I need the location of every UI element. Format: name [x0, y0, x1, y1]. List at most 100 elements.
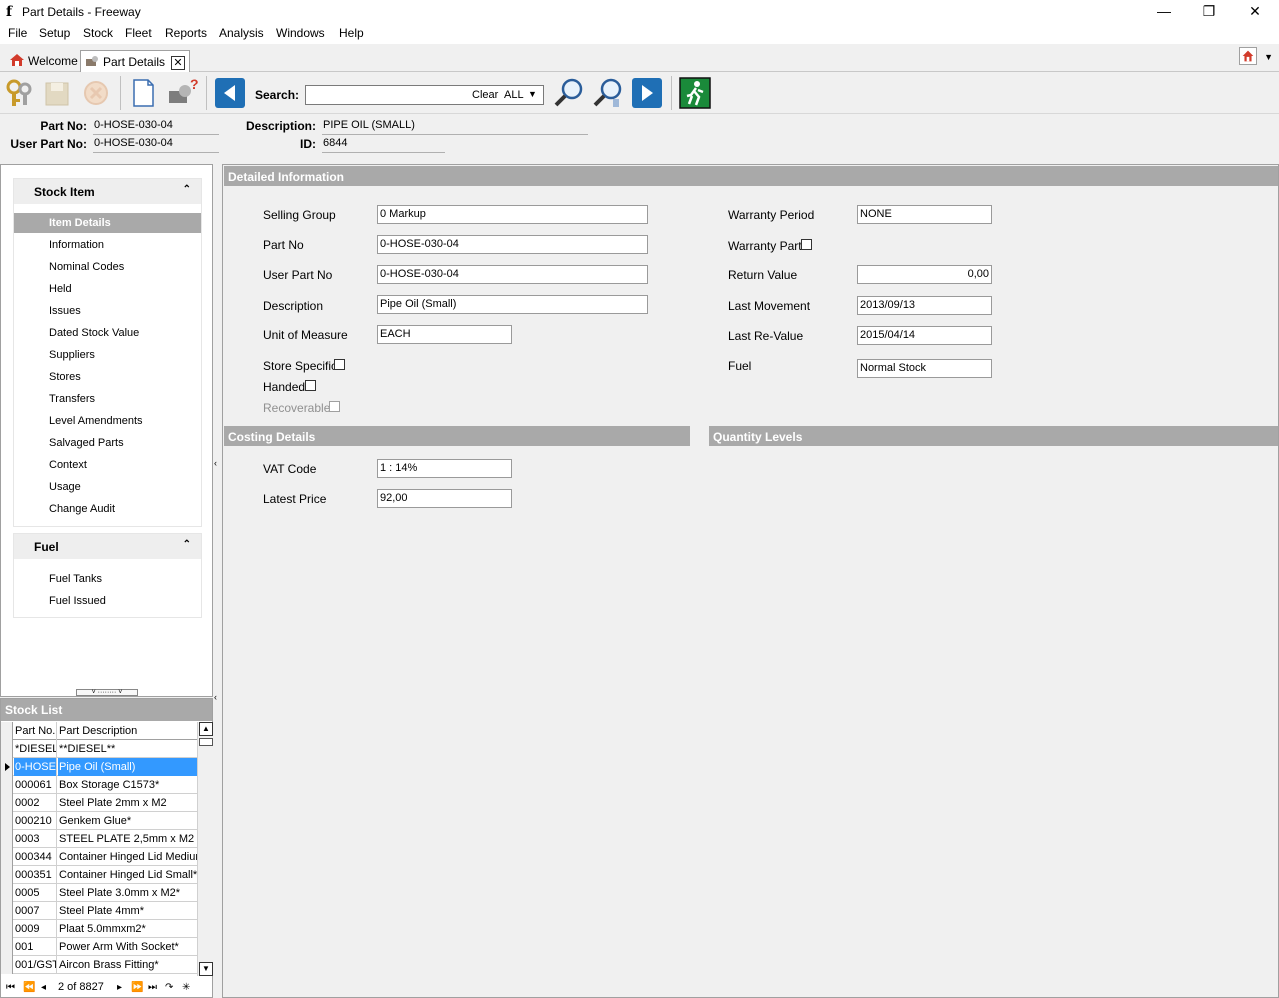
minimize-button[interactable]: —: [1141, 0, 1187, 24]
new-document-icon[interactable]: [127, 77, 159, 109]
store-specific-checkbox[interactable]: [334, 359, 345, 370]
scroll-up-icon[interactable]: ▲: [199, 722, 213, 736]
tab-part-details[interactable]: Part Details ✕: [80, 50, 191, 72]
cell-part-no: 000061: [14, 776, 57, 794]
menu-fleet[interactable]: Fleet: [125, 26, 152, 40]
nav-item-nominal-codes[interactable]: Nominal Codes: [14, 257, 201, 277]
last-record-icon[interactable]: ⏭: [148, 982, 157, 993]
clear-search-button[interactable]: Clear: [472, 89, 498, 101]
close-window-button[interactable]: ✕: [1232, 0, 1278, 24]
home-button-icon[interactable]: [1239, 47, 1257, 65]
stock-list-scrollbar[interactable]: ▲ ▼: [197, 722, 213, 976]
search-magnifier-icon[interactable]: [553, 77, 585, 109]
column-header-part-description[interactable]: Part Description: [58, 722, 197, 740]
last-movement-field[interactable]: 2013/09/13: [857, 296, 992, 315]
table-row[interactable]: *DIESEL **DIESEL**: [1, 740, 197, 758]
warranty-period-field[interactable]: NONE: [857, 205, 992, 224]
collapse-left-icon[interactable]: ‹: [214, 458, 217, 468]
stock-item-group-header[interactable]: Stock Item ⌃: [14, 179, 201, 204]
nav-item-transfers[interactable]: Transfers: [14, 389, 201, 409]
nav-item-context[interactable]: Context: [14, 455, 201, 475]
chevron-down-icon[interactable]: ▼: [528, 89, 537, 99]
nav-item-level-amendments[interactable]: Level Amendments: [14, 411, 201, 431]
next-page-icon[interactable]: ⏩: [131, 982, 143, 993]
home-dropdown-icon[interactable]: ▼: [1264, 52, 1273, 62]
next-arrow-icon[interactable]: [631, 77, 663, 109]
nav-item-fuel-issued[interactable]: Fuel Issued: [14, 591, 201, 611]
collapse-up-icon[interactable]: ⌃: [183, 539, 191, 550]
table-row[interactable]: 0009 Plaat 5.0mmxm2*: [1, 920, 197, 938]
nav-item-issues[interactable]: Issues: [14, 301, 201, 321]
return-value-field[interactable]: 0,00: [857, 265, 992, 284]
nav-item-held[interactable]: Held: [14, 279, 201, 299]
table-row[interactable]: 000210 Genkem Glue*: [1, 812, 197, 830]
first-record-icon[interactable]: ⏮: [6, 982, 15, 993]
last-revalue-field[interactable]: 2015/04/14: [857, 326, 992, 345]
menu-setup[interactable]: Setup: [39, 26, 70, 40]
nav-item-dated-stock-value[interactable]: Dated Stock Value: [14, 323, 201, 343]
nav-item-fuel-tanks[interactable]: Fuel Tanks: [14, 569, 201, 589]
restore-button[interactable]: ❐: [1186, 0, 1232, 24]
advanced-search-icon[interactable]: [592, 77, 624, 109]
previous-arrow-icon[interactable]: [214, 77, 246, 109]
table-row[interactable]: 000061 Box Storage C1573*: [1, 776, 197, 794]
table-row[interactable]: 0002 Steel Plate 2mm x M2: [1, 794, 197, 812]
cell-part-description: STEEL PLATE 2,5mm x M2: [59, 833, 195, 845]
table-row[interactable]: 000351 Container Hinged Lid Small*: [1, 866, 197, 884]
part-no-field[interactable]: 0-HOSE-030-04: [377, 235, 648, 254]
close-tab-icon[interactable]: ✕: [171, 56, 186, 70]
table-row-selected[interactable]: 0-HOSE- Pipe Oil (Small): [1, 758, 197, 776]
warranty-part-checkbox[interactable]: [801, 239, 812, 250]
table-row[interactable]: 0007 Steel Plate 4mm*: [1, 902, 197, 920]
nav-item-salvaged-parts[interactable]: Salvaged Parts: [14, 433, 201, 453]
selling-group-field[interactable]: 0 Markup: [377, 205, 648, 224]
fuel-field[interactable]: Normal Stock: [857, 359, 992, 378]
next-record-icon[interactable]: ▸: [117, 982, 122, 993]
new-record-icon[interactable]: ✳: [182, 982, 190, 993]
collapse-up-icon[interactable]: ⌃: [183, 184, 191, 195]
previous-page-icon[interactable]: ⏪: [23, 982, 35, 993]
nav-item-item-details[interactable]: Item Details: [14, 213, 201, 233]
panel-resize-grip[interactable]: ˅ ········ ˅: [76, 689, 138, 696]
nav-item-stores[interactable]: Stores: [14, 367, 201, 387]
tab-welcome[interactable]: Welcome: [6, 50, 82, 72]
menu-help[interactable]: Help: [339, 26, 364, 40]
cell-part-description: Steel Plate 2mm x M2: [59, 797, 167, 809]
menu-reports[interactable]: Reports: [165, 26, 207, 40]
scroll-down-icon[interactable]: ▼: [199, 962, 213, 976]
menu-file[interactable]: File: [8, 26, 27, 40]
previous-record-icon[interactable]: ◂: [41, 982, 46, 993]
table-row[interactable]: 001/GST Aircon Brass Fitting*: [1, 956, 197, 974]
nav-item-change-audit[interactable]: Change Audit: [14, 499, 201, 519]
parts-help-icon[interactable]: ?: [166, 77, 198, 109]
nav-item-suppliers[interactable]: Suppliers: [14, 345, 201, 365]
user-part-no-label: User Part No: [263, 268, 333, 282]
collapse-left-icon[interactable]: ‹: [214, 692, 217, 702]
column-header-part-no[interactable]: Part No.: [14, 722, 57, 740]
table-row[interactable]: 000344 Container Hinged Lid Medium: [1, 848, 197, 866]
menu-windows[interactable]: Windows: [276, 26, 325, 40]
vat-code-field[interactable]: 1 : 14%: [377, 459, 512, 478]
table-row[interactable]: 0003 STEEL PLATE 2,5mm x M2: [1, 830, 197, 848]
handed-checkbox[interactable]: [305, 380, 316, 391]
table-row[interactable]: 001 Power Arm With Socket*: [1, 938, 197, 956]
cell-part-no: 0002: [14, 794, 57, 812]
user-part-no-field[interactable]: 0-HOSE-030-04: [377, 265, 648, 284]
cell-part-no: 001: [14, 938, 57, 956]
search-scope-select[interactable]: ALL: [504, 89, 524, 101]
table-row[interactable]: 0005 Steel Plate 3.0mm x M2*: [1, 884, 197, 902]
vertical-splitter[interactable]: ‹ ‹: [213, 164, 222, 998]
exit-icon[interactable]: [679, 77, 711, 109]
description-field[interactable]: Pipe Oil (Small): [377, 295, 648, 314]
nav-item-usage[interactable]: Usage: [14, 477, 201, 497]
refresh-icon[interactable]: ↷: [165, 982, 173, 993]
scroll-thumb[interactable]: [199, 738, 213, 746]
search-input[interactable]: [308, 88, 468, 102]
nav-item-information[interactable]: Information: [14, 235, 201, 255]
menu-stock[interactable]: Stock: [83, 26, 113, 40]
latest-price-field[interactable]: 92,00: [377, 489, 512, 508]
keys-icon[interactable]: [3, 77, 35, 109]
fuel-group-header[interactable]: Fuel ⌃: [14, 534, 201, 559]
menu-analysis[interactable]: Analysis: [219, 26, 264, 40]
unit-of-measure-field[interactable]: EACH: [377, 325, 512, 344]
